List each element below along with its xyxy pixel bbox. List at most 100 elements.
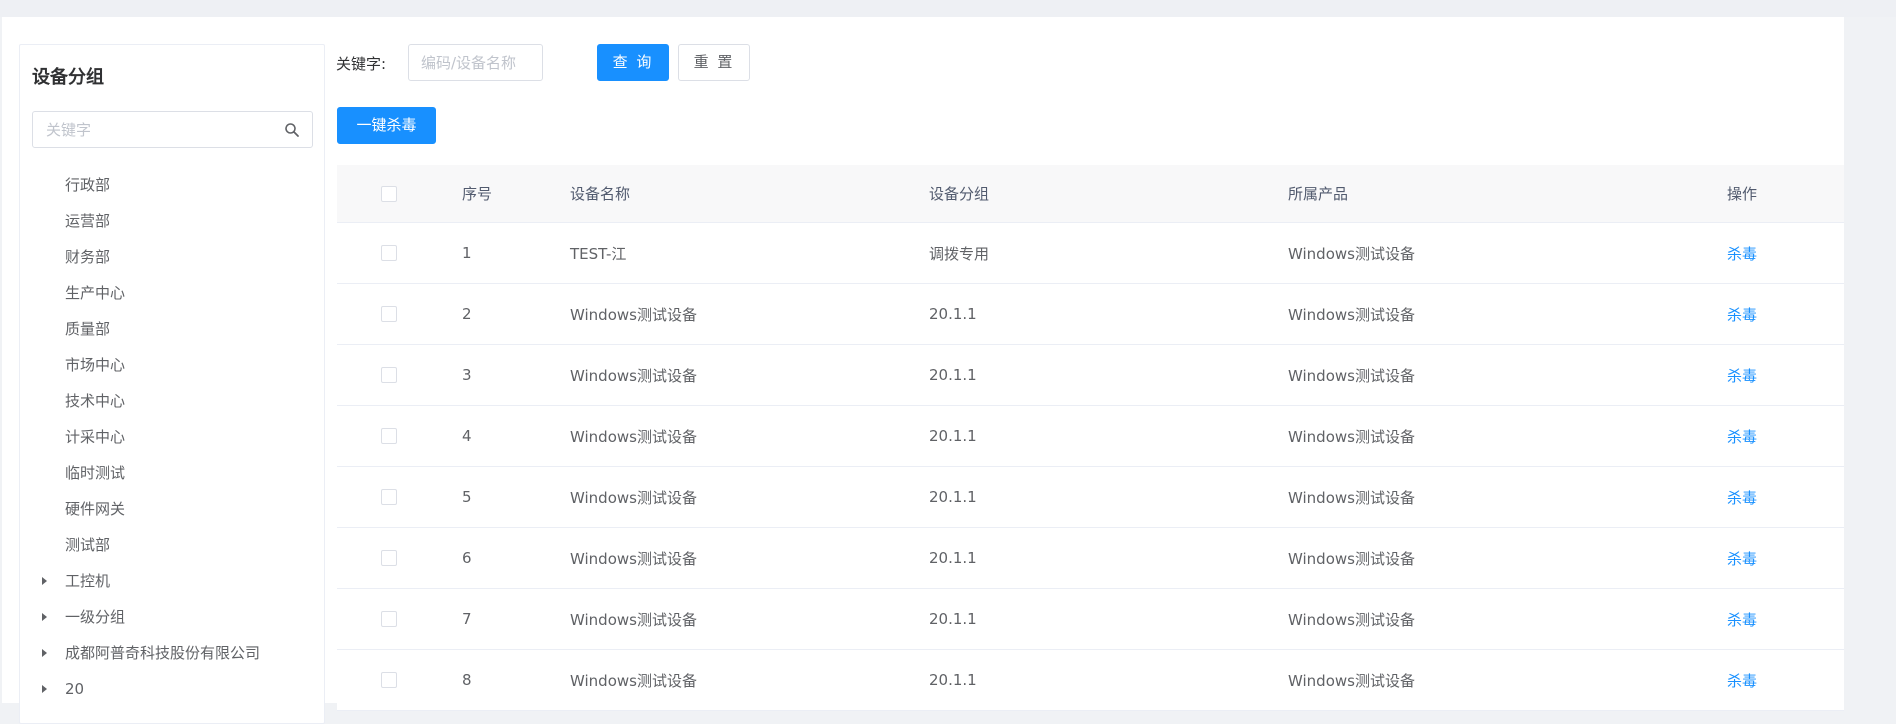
row-checkbox-cell — [381, 650, 397, 710]
kill-virus-link[interactable]: 杀毒 — [1727, 304, 1757, 325]
select-all-checkbox[interactable] — [381, 185, 397, 202]
tree-node[interactable]: 成都阿普奇科技股份有限公司 — [20, 635, 324, 671]
column-header-product: 所属产品 — [1288, 185, 1349, 203]
row-checkbox[interactable] — [381, 611, 397, 627]
device-table: 序号 设备名称 设备分组 所属产品 操作 1 TEST-江 调拨专用 Windows测… — [337, 165, 1844, 711]
cell-device-name: Windows测试设备 — [570, 671, 697, 690]
row-checkbox[interactable] — [381, 428, 397, 444]
tree-node[interactable]: 财务部 — [20, 239, 324, 275]
device-group-tree: 行政部运营部财务部生产中心质量部市场中心技术中心计采中心临时测试硬件网关测试部工… — [20, 167, 324, 707]
query-button[interactable]: 查 询 — [597, 44, 669, 81]
column-header-device-group: 设备分组 — [929, 185, 990, 203]
reset-button[interactable]: 重 置 — [678, 44, 750, 81]
cell-device-group: 20.1.1 — [929, 671, 977, 689]
tree-node[interactable]: 20 — [20, 671, 324, 707]
tree-search-box — [32, 111, 313, 148]
tree-node[interactable]: 测试部 — [20, 527, 324, 563]
tree-node-label: 计采中心 — [65, 428, 126, 446]
tree-node[interactable]: 运营部 — [20, 203, 324, 239]
cell-product: Windows测试设备 — [1288, 427, 1415, 446]
column-header-device-name: 设备名称 — [570, 185, 631, 203]
tree-node-label: 临时测试 — [65, 464, 126, 482]
row-checkbox[interactable] — [381, 672, 397, 688]
page: 设备分组 行政部运营部财务部生产中心质量部市场中心技术中心计采中心临时测试硬件网… — [0, 17, 1896, 724]
kill-all-button[interactable]: 一键杀毒 — [337, 107, 436, 144]
tree-node-label: 财务部 — [65, 248, 111, 266]
kill-virus-link[interactable]: 杀毒 — [1727, 426, 1757, 447]
row-checkbox-cell — [381, 284, 397, 344]
tree-node[interactable]: 临时测试 — [20, 455, 324, 491]
tree-node-label: 硬件网关 — [65, 500, 126, 518]
kill-virus-link[interactable]: 杀毒 — [1727, 487, 1757, 508]
cell-product: Windows测试设备 — [1288, 488, 1415, 507]
cell-action: 杀毒 — [1727, 406, 1757, 466]
caret-right-icon[interactable] — [42, 613, 47, 621]
row-checkbox[interactable] — [381, 367, 397, 383]
caret-right-icon[interactable] — [42, 649, 47, 657]
cell-device-group: 20.1.1 — [929, 305, 977, 323]
tree-node[interactable]: 硬件网关 — [20, 491, 324, 527]
row-checkbox[interactable] — [381, 550, 397, 566]
row-checkbox[interactable] — [381, 306, 397, 322]
cell-device-name: Windows测试设备 — [570, 427, 697, 446]
tree-node-label: 行政部 — [65, 176, 111, 194]
table-row: 6 Windows测试设备 20.1.1 Windows测试设备 杀毒 — [337, 528, 1844, 589]
table-row: 4 Windows测试设备 20.1.1 Windows测试设备 杀毒 — [337, 406, 1844, 467]
cell-index: 2 — [462, 305, 472, 323]
row-checkbox-cell — [381, 589, 397, 649]
tree-node[interactable]: 一级分组 — [20, 599, 324, 635]
tree-node-label: 质量部 — [65, 320, 111, 338]
tree-node[interactable]: 技术中心 — [20, 383, 324, 419]
device-group-panel: 设备分组 行政部运营部财务部生产中心质量部市场中心技术中心计采中心临时测试硬件网… — [19, 44, 325, 724]
cell-product: Windows测试设备 — [1288, 549, 1415, 568]
tree-node[interactable]: 工控机 — [20, 563, 324, 599]
search-icon[interactable] — [284, 122, 300, 138]
cell-device-name: Windows测试设备 — [570, 305, 697, 324]
column-header-index: 序号 — [462, 185, 493, 203]
table-row: 3 Windows测试设备 20.1.1 Windows测试设备 杀毒 — [337, 345, 1844, 406]
cell-product: Windows测试设备 — [1288, 610, 1415, 629]
tree-node[interactable]: 计采中心 — [20, 419, 324, 455]
cell-product: Windows测试设备 — [1288, 244, 1415, 263]
table-row: 1 TEST-江 调拨专用 Windows测试设备 杀毒 — [337, 223, 1844, 284]
cell-index: 3 — [462, 366, 472, 384]
kill-virus-link[interactable]: 杀毒 — [1727, 243, 1757, 264]
device-group-title: 设备分组 — [32, 67, 104, 88]
row-checkbox[interactable] — [381, 245, 397, 261]
cell-device-group: 调拨专用 — [929, 244, 990, 263]
top-bar — [0, 0, 1896, 17]
cell-device-name: Windows测试设备 — [570, 549, 697, 568]
tree-search-input[interactable] — [33, 112, 273, 147]
tree-node[interactable]: 行政部 — [20, 167, 324, 203]
cell-product: Windows测试设备 — [1288, 671, 1415, 690]
tree-node[interactable]: 生产中心 — [20, 275, 324, 311]
tree-node[interactable]: 市场中心 — [20, 347, 324, 383]
cell-action: 杀毒 — [1727, 223, 1757, 283]
cell-index: 1 — [462, 244, 472, 262]
kill-virus-link[interactable]: 杀毒 — [1727, 548, 1757, 569]
cell-device-group: 20.1.1 — [929, 427, 977, 445]
kill-virus-link[interactable]: 杀毒 — [1727, 365, 1757, 386]
kill-virus-link[interactable]: 杀毒 — [1727, 670, 1757, 691]
cell-product: Windows测试设备 — [1288, 366, 1415, 385]
caret-right-icon[interactable] — [42, 685, 47, 693]
row-checkbox[interactable] — [381, 489, 397, 505]
cell-index: 7 — [462, 610, 472, 628]
cell-action: 杀毒 — [1727, 528, 1757, 588]
table-row: 2 Windows测试设备 20.1.1 Windows测试设备 杀毒 — [337, 284, 1844, 345]
cell-device-name: Windows测试设备 — [570, 610, 697, 629]
row-checkbox-cell — [381, 467, 397, 527]
row-checkbox-cell — [381, 345, 397, 405]
tree-node-label: 运营部 — [65, 212, 111, 230]
cell-action: 杀毒 — [1727, 284, 1757, 344]
tree-node-label: 测试部 — [65, 536, 111, 554]
cell-index: 5 — [462, 488, 472, 506]
table-row: 8 Windows测试设备 20.1.1 Windows测试设备 杀毒 — [337, 650, 1844, 711]
keyword-input[interactable] — [408, 44, 543, 81]
caret-right-icon[interactable] — [42, 577, 47, 585]
kill-virus-link[interactable]: 杀毒 — [1727, 609, 1757, 630]
keyword-label: 关键字: — [336, 55, 387, 73]
tree-node-label: 技术中心 — [65, 392, 126, 410]
tree-node[interactable]: 质量部 — [20, 311, 324, 347]
table-body: 1 TEST-江 调拨专用 Windows测试设备 杀毒 2 Windows测试设备 20.1… — [337, 223, 1844, 711]
